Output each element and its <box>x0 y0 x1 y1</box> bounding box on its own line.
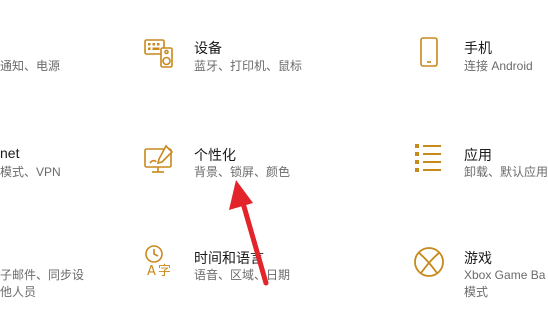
phone-description: 连接 Android <box>464 59 533 73</box>
personalization-icon <box>142 143 176 177</box>
accounts-description: 子邮件、同步设 他人员 <box>0 268 85 299</box>
personalization-title: 个性化 <box>194 147 236 163</box>
gaming-title: 游戏 <box>464 250 492 266</box>
phone-icon <box>412 36 446 70</box>
network-title: net <box>0 145 20 161</box>
keyboard-speaker-icon <box>142 36 176 70</box>
system-description: 通知、电源 <box>0 59 61 73</box>
phone-title: 手机 <box>464 40 492 56</box>
gaming-description: Xbox Game Ba 模式 <box>464 268 546 299</box>
personalization-description: 背景、锁屏、颜色 <box>194 165 291 179</box>
apps-list-icon <box>412 141 446 175</box>
apps-title: 应用 <box>464 147 492 163</box>
time-language-icon: A 字 <box>142 243 176 277</box>
xbox-icon <box>412 245 446 279</box>
network-description: 模式、VPN <box>0 165 61 179</box>
svg-text:A: A <box>147 264 156 277</box>
svg-text:字: 字 <box>158 264 171 277</box>
apps-description: 卸载、默认应用 <box>464 165 548 179</box>
time-language-title: 时间和语言 <box>194 250 264 266</box>
devices-description: 蓝牙、打印机、鼠标 <box>194 59 303 73</box>
devices-title: 设备 <box>194 40 222 56</box>
time-language-description: 语音、区域、日期 <box>194 268 291 282</box>
